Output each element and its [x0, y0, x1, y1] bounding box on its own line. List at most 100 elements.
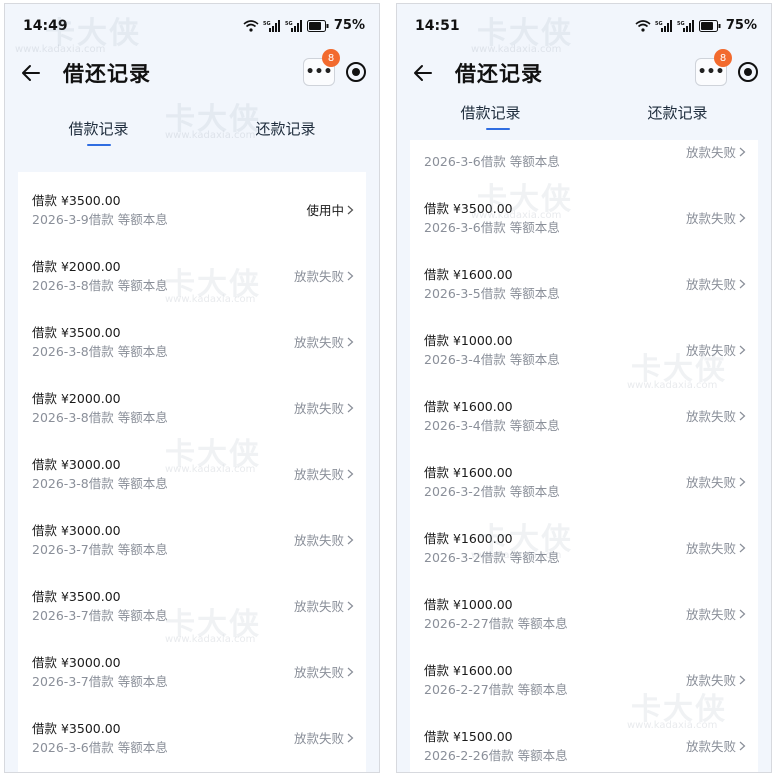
phone-screen-right: 14:51 5G 5G 75% 借还记录 ••• 8 借款记录 还款记录 202… — [396, 3, 772, 773]
list-item[interactable]: 借款 ¥1600.00 2026-3-4借款 等额本息 放款失败 — [410, 396, 758, 456]
list-item[interactable]: 借款 ¥2000.00 2026-3-8借款 等额本息 放款失败 — [18, 388, 366, 448]
loan-amount: 借款 ¥1600.00 — [424, 531, 513, 546]
loan-amount: 借款 ¥1500.00 — [424, 729, 513, 744]
chevron-right-icon — [347, 667, 354, 676]
chevron-right-icon — [347, 403, 354, 412]
loan-description: 2026-3-2借款 等额本息 — [424, 484, 560, 499]
status-label: 放款失败 — [685, 277, 736, 292]
loan-status: 放款失败 — [686, 604, 746, 623]
status-bar: 14:49 5G 5G 75% — [5, 4, 379, 48]
wifi-icon — [243, 19, 259, 32]
close-miniapp-button[interactable] — [735, 59, 761, 85]
status-label: 放款失败 — [685, 409, 736, 424]
signal-5g-icon-2: 5G — [677, 19, 694, 32]
loan-description: 2026-2-26借款 等额本息 — [424, 748, 568, 763]
chevron-right-icon — [739, 609, 746, 618]
chevron-right-icon — [347, 205, 354, 214]
loan-status: 放款失败 — [686, 142, 746, 161]
back-button[interactable] — [409, 59, 437, 87]
loan-description: 2026-3-4借款 等额本息 — [424, 418, 560, 433]
list-item[interactable]: 借款 ¥3500.00 2026-3-6借款 等额本息 放款失败 — [18, 718, 366, 772]
loan-status: 放款失败 — [686, 538, 746, 557]
status-label: 放款失败 — [685, 343, 736, 358]
chevron-right-icon — [739, 345, 746, 354]
tab-label: 还款记录 — [647, 104, 708, 122]
list-item[interactable]: 借款 ¥1600.00 2026-3-5借款 等额本息 放款失败 — [410, 264, 758, 324]
close-miniapp-button[interactable] — [343, 59, 369, 85]
battery-percent: 75% — [725, 18, 757, 33]
status-bar: 14:51 5G 5G 75% — [397, 4, 771, 48]
list-item[interactable]: 2026-3-6借款 等额本息 放款失败 — [410, 132, 758, 192]
status-label: 放款失败 — [293, 467, 344, 482]
list-item[interactable]: 借款 ¥3500.00 2026-3-7借款 等额本息 放款失败 — [18, 586, 366, 646]
more-button[interactable]: ••• 8 — [695, 49, 732, 86]
tab-loan-records[interactable]: 借款记录 — [397, 102, 584, 123]
status-icons: 5G 5G 75% — [635, 18, 757, 33]
status-label: 放款失败 — [685, 541, 736, 556]
loan-description: 2026-3-2借款 等额本息 — [424, 550, 560, 565]
signal-5g-icon: 5G — [655, 19, 672, 32]
loan-status: 放款失败 — [294, 266, 354, 285]
tab-loan-records[interactable]: 借款记录 — [5, 118, 192, 139]
list-item[interactable]: 借款 ¥1600.00 2026-2-27借款 等额本息 放款失败 — [410, 660, 758, 720]
loan-record-list: 借款 ¥3500.00 2026-3-9借款 等额本息 使用中 借款 ¥2000… — [18, 172, 366, 772]
list-item[interactable]: 借款 ¥3000.00 2026-3-8借款 等额本息 放款失败 — [18, 454, 366, 514]
list-item[interactable]: 借款 ¥1000.00 2026-3-4借款 等额本息 放款失败 — [410, 330, 758, 390]
loan-amount: 借款 ¥3000.00 — [32, 655, 121, 670]
status-label: 放款失败 — [293, 665, 344, 680]
active-tab-indicator — [485, 128, 510, 130]
tab-repayment-records[interactable]: 还款记录 — [584, 102, 771, 123]
list-item[interactable]: 借款 ¥1600.00 2026-3-2借款 等额本息 放款失败 — [410, 462, 758, 522]
list-item[interactable]: 借款 ¥1600.00 2026-3-2借款 等额本息 放款失败 — [410, 528, 758, 588]
loan-status: 放款失败 — [294, 398, 354, 417]
chevron-right-icon — [739, 477, 746, 486]
more-button[interactable]: ••• 8 — [303, 49, 340, 86]
loan-amount: 借款 ¥3500.00 — [424, 201, 513, 216]
phone-screen-left: 14:49 5G 5G 75% 借还记录 ••• 8 借款记录 还款记录 借款 … — [4, 3, 380, 773]
loan-status: 放款失败 — [294, 596, 354, 615]
list-item[interactable]: 借款 ¥3000.00 2026-3-7借款 等额本息 放款失败 — [18, 652, 366, 712]
chevron-right-icon — [347, 271, 354, 280]
loan-description: 2026-3-9借款 等额本息 — [32, 212, 168, 227]
loan-status: 使用中 — [306, 200, 354, 219]
tab-repayment-records[interactable]: 还款记录 — [192, 118, 379, 139]
status-label: 放款失败 — [293, 335, 344, 350]
loan-description: 2026-3-7借款 等额本息 — [32, 674, 168, 689]
list-item[interactable]: 借款 ¥1500.00 2026-2-26借款 等额本息 放款失败 — [410, 726, 758, 772]
chevron-right-icon — [347, 535, 354, 544]
loan-status: 放款失败 — [294, 464, 354, 483]
loan-description: 2026-3-6借款 等额本息 — [32, 740, 168, 755]
loan-status: 放款失败 — [686, 472, 746, 491]
svg-text:5G: 5G — [655, 21, 663, 27]
loan-description: 2026-2-27借款 等额本息 — [424, 682, 568, 697]
chevron-right-icon — [739, 411, 746, 420]
list-item[interactable]: 借款 ¥1000.00 2026-2-27借款 等额本息 放款失败 — [410, 594, 758, 654]
list-item[interactable]: 借款 ¥3500.00 2026-3-8借款 等额本息 放款失败 — [18, 322, 366, 382]
loan-description: 2026-2-27借款 等额本息 — [424, 616, 568, 631]
chevron-right-icon — [347, 733, 354, 742]
list-item[interactable]: 借款 ¥2000.00 2026-3-8借款 等额本息 放款失败 — [18, 256, 366, 316]
chevron-right-icon — [739, 675, 746, 684]
status-label: 放款失败 — [685, 211, 736, 226]
chevron-right-icon — [347, 469, 354, 478]
list-item[interactable]: 借款 ¥3500.00 2026-3-6借款 等额本息 放款失败 — [410, 198, 758, 258]
loan-status: 放款失败 — [294, 332, 354, 351]
page-title: 借还记录 — [455, 62, 543, 86]
loan-amount: 借款 ¥1000.00 — [424, 333, 513, 348]
status-label: 放款失败 — [293, 731, 344, 746]
back-button[interactable] — [17, 59, 45, 87]
list-item[interactable]: 借款 ¥3500.00 2026-3-9借款 等额本息 使用中 — [18, 190, 366, 250]
status-label: 放款失败 — [685, 739, 736, 754]
chevron-right-icon — [739, 543, 746, 552]
status-label: 放款失败 — [293, 269, 344, 284]
list-item[interactable]: 借款 ¥3000.00 2026-3-7借款 等额本息 放款失败 — [18, 520, 366, 580]
loan-description: 2026-3-7借款 等额本息 — [32, 542, 168, 557]
chevron-right-icon — [739, 147, 746, 156]
loan-status: 放款失败 — [686, 736, 746, 755]
chevron-right-icon — [347, 337, 354, 346]
chevron-right-icon — [347, 601, 354, 610]
loan-status: 放款失败 — [686, 340, 746, 359]
tab-label: 借款记录 — [68, 120, 129, 138]
loan-description: 2026-3-6借款 等额本息 — [424, 154, 560, 169]
loan-description: 2026-3-8借款 等额本息 — [32, 410, 168, 425]
